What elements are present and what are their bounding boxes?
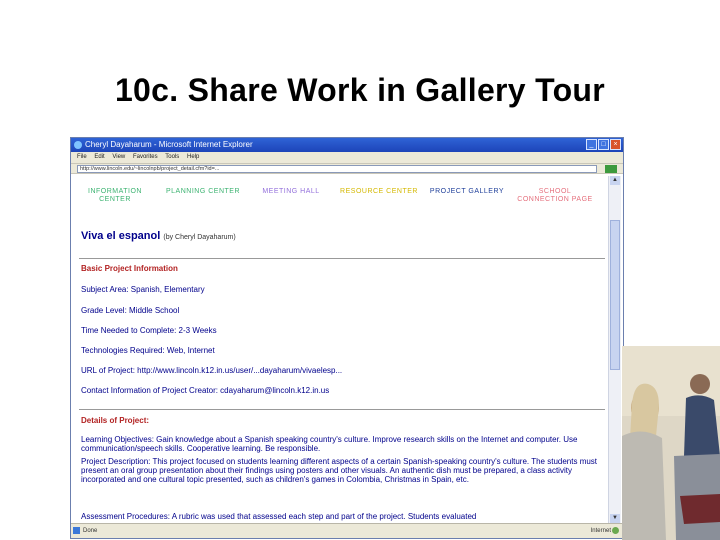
audience-photo [622, 346, 720, 540]
status-text: Done [83, 528, 98, 534]
menu-help[interactable]: Help [187, 154, 199, 160]
nav-information-center[interactable]: INFORMATION CENTER [75, 188, 155, 204]
nav-resource-center[interactable]: RESOURCE CENTER [339, 188, 419, 196]
vertical-scrollbar[interactable]: ▲ ▼ [608, 176, 621, 523]
maximize-icon[interactable]: □ [598, 139, 609, 150]
divider [79, 258, 605, 259]
basic-info-heading: Basic Project Information [81, 264, 178, 273]
slide-title: 10c. Share Work in Gallery Tour [114, 72, 606, 108]
project-title-text: Viva el espanol [81, 230, 161, 242]
grade-level: Grade Level: Middle School [81, 306, 180, 315]
time-needed: Time Needed to Complete: 2-3 Weeks [81, 326, 217, 335]
divider [79, 409, 605, 410]
site-navigation: INFORMATION CENTER PLANNING CENTER MEETI… [75, 188, 605, 210]
minimize-icon[interactable]: _ [586, 139, 597, 150]
scroll-thumb[interactable] [610, 220, 620, 370]
nav-planning-center[interactable]: PLANNING CENTER [163, 188, 243, 196]
menu-favorites[interactable]: Favorites [133, 154, 158, 160]
web-page: INFORMATION CENTER PLANNING CENTER MEETI… [75, 176, 605, 521]
internet-zone-icon [612, 527, 619, 534]
menu-edit[interactable]: Edit [94, 154, 104, 160]
nav-school-connection[interactable]: SCHOOL CONNECTION PAGE [515, 188, 595, 204]
assessment-procedures: Assessment Procedures: A rubric was used… [81, 512, 477, 521]
go-button[interactable] [605, 165, 617, 173]
nav-project-gallery[interactable]: PROJECT GALLERY [427, 188, 507, 196]
scroll-down-icon[interactable]: ▼ [610, 514, 620, 523]
menu-view[interactable]: View [112, 154, 125, 160]
project-title: Viva el espanol (by Cheryl Dayaharum) [81, 230, 236, 242]
status-bar: Done Internet [71, 523, 623, 538]
title-bar: Cheryl Dayaharum - Microsoft Internet Ex… [71, 138, 623, 152]
page-icon [73, 527, 80, 534]
details-heading: Details of Project: [81, 416, 150, 425]
close-icon[interactable]: × [610, 139, 621, 150]
internet-explorer-icon [74, 141, 82, 149]
address-bar: http://www.lincoln.edu/~lincolnpb/projec… [71, 163, 623, 174]
project-author: (by Cheryl Dayaharum) [163, 234, 236, 241]
menu-file[interactable]: File [77, 154, 87, 160]
project-url[interactable]: URL of Project: http://www.lincoln.k12.i… [81, 366, 342, 375]
learning-objectives: Learning Objectives: Gain knowledge abou… [81, 435, 578, 453]
window-title: Cheryl Dayaharum - Microsoft Internet Ex… [85, 140, 253, 149]
technologies: Technologies Required: Web, Internet [81, 346, 215, 355]
browser-window: Cheryl Dayaharum - Microsoft Internet Ex… [70, 137, 624, 539]
audience-photo-drawing [622, 346, 720, 540]
project-description: Project Description: This project focuse… [81, 457, 598, 484]
zone-text: Internet [590, 528, 611, 534]
scroll-up-icon[interactable]: ▲ [610, 176, 620, 185]
address-input[interactable]: http://www.lincoln.edu/~lincolnpb/projec… [77, 165, 597, 173]
nav-meeting-hall[interactable]: MEETING HALL [251, 188, 331, 196]
menu-bar: File Edit View Favorites Tools Help [71, 152, 623, 163]
menu-tools[interactable]: Tools [165, 154, 179, 160]
subject-area: Subject Area: Spanish, Elementary [81, 285, 205, 294]
creator-contact: Contact Information of Project Creator: … [81, 386, 330, 395]
